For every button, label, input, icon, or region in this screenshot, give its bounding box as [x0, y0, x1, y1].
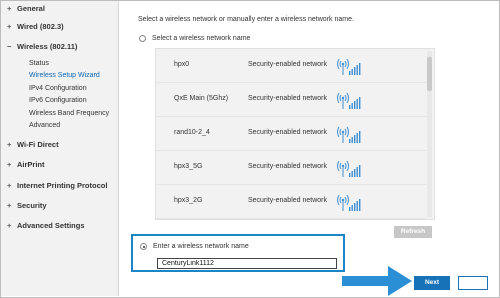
network-list-scrollbar[interactable] [427, 51, 432, 217]
collapse-icon: − [7, 42, 12, 51]
network-ssid: hpx3_2G [174, 197, 203, 204]
sidebar-item-label: Wireless (802.11) [17, 42, 78, 51]
network-security: Security-enabled network [248, 163, 327, 170]
network-row[interactable]: hpx3_2G Security-enabled network [156, 185, 426, 219]
sidebar-subitem-status[interactable]: Status [29, 60, 49, 67]
network-security: Security-enabled network [248, 197, 327, 204]
expand-icon: + [7, 22, 12, 31]
network-name-input[interactable] [157, 258, 337, 269]
sidebar-item-label: Internet Printing Protocol [17, 181, 108, 190]
network-row[interactable]: rand10-2_4 Security-enabled network [156, 117, 426, 151]
sidebar-item-airprint[interactable]: + AirPrint [7, 160, 45, 169]
network-ssid: hpx0 [174, 61, 190, 68]
sidebar-subitem-wireless-setup-wizard[interactable]: Wireless Setup Wizard [29, 72, 100, 79]
enter-network-radio[interactable] [140, 243, 147, 250]
wifi-signal-icon [337, 92, 361, 109]
network-row[interactable]: QxE Main (5Ghz) Security-enabled network [156, 83, 426, 117]
wifi-signal-icon [337, 160, 361, 177]
network-ssid: QxE Main (5Ghz) [174, 95, 229, 102]
wifi-signal-icon [337, 58, 361, 75]
expand-icon: + [7, 160, 12, 169]
select-network-radio[interactable] [139, 35, 146, 42]
sidebar-item-wired[interactable]: + Wired (802.3) [7, 22, 64, 31]
expand-icon: + [7, 181, 12, 190]
sidebar-item-general[interactable]: + General [7, 4, 45, 13]
expand-icon: + [7, 221, 12, 230]
enter-network-label: Enter a wireless network name [153, 243, 249, 250]
wifi-signal-icon [337, 126, 361, 143]
network-row[interactable]: hpx3_5G Security-enabled network [156, 151, 426, 185]
cancel-button[interactable] [458, 276, 488, 290]
sidebar-item-internet-printing-protocol[interactable]: + Internet Printing Protocol [7, 181, 107, 190]
expand-icon: + [7, 4, 12, 13]
network-list: hpx0 Security-enabled network QxE Main (… [155, 48, 435, 220]
wifi-signal-icon [337, 194, 361, 211]
manual-network-highlight: Enter a wireless network name [131, 234, 345, 272]
sidebar-item-wireless[interactable]: − Wireless (802.11) [7, 42, 77, 51]
sidebar-item-security[interactable]: + Security [7, 201, 47, 210]
sidebar-item-label: General [17, 4, 45, 13]
sidebar-item-label: AirPrint [17, 160, 45, 169]
sidebar-item-label: Advanced Settings [17, 221, 85, 230]
next-button[interactable]: Next [414, 276, 450, 290]
sidebar-item-label: Wi-Fi Direct [17, 140, 59, 149]
network-ssid: hpx3_5G [174, 163, 203, 170]
network-ssid: rand10-2_4 [174, 129, 210, 136]
sidebar-item-label: Security [17, 201, 47, 210]
sidebar: + General + Wired (802.3) − Wireless (802.1… [1, 1, 119, 296]
network-security: Security-enabled network [248, 61, 327, 68]
instruction-text: Select a wireless network or manually en… [138, 16, 354, 23]
sidebar-item-label: Wired (802.3) [17, 22, 64, 31]
network-security: Security-enabled network [248, 129, 327, 136]
sidebar-subitem-ipv4-configuration[interactable]: IPv4 Configuration [29, 85, 87, 92]
network-row[interactable]: hpx0 Security-enabled network [156, 49, 426, 83]
network-security: Security-enabled network [248, 95, 327, 102]
select-network-label: Select a wireless network name [152, 35, 251, 42]
expand-icon: + [7, 140, 12, 149]
sidebar-subitem-wireless-band-frequency[interactable]: Wireless Band Frequency [29, 110, 109, 117]
arrow-right-icon [342, 266, 412, 296]
sidebar-subitem-ipv6-configuration[interactable]: IPv6 Configuration [29, 97, 87, 104]
scrollbar-thumb[interactable] [427, 57, 432, 91]
sidebar-item-wifi-direct[interactable]: + Wi-Fi Direct [7, 140, 59, 149]
sidebar-subitem-advanced[interactable]: Advanced [29, 122, 60, 129]
expand-icon: + [7, 201, 12, 210]
refresh-button[interactable]: Refresh [394, 226, 432, 238]
sidebar-item-advanced-settings[interactable]: + Advanced Settings [7, 221, 85, 230]
